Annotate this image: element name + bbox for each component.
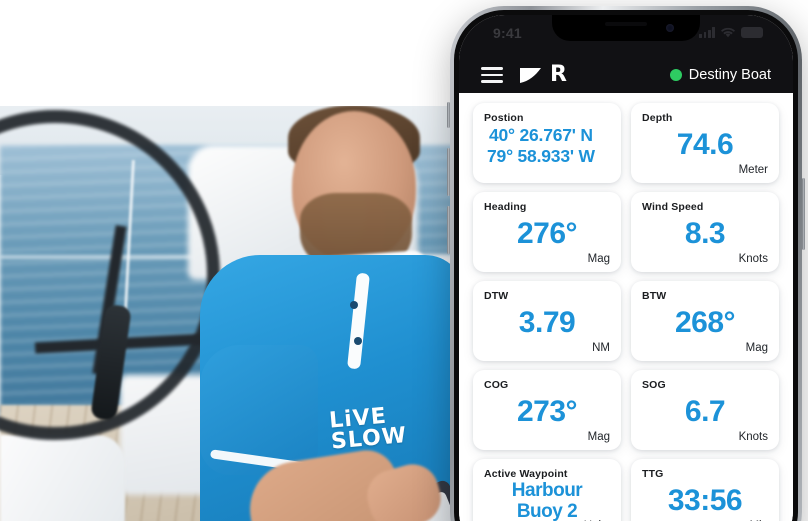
data-card-value: 273° [516, 395, 578, 428]
phone-volume-up-button[interactable] [447, 148, 450, 196]
green-status-dot [669, 69, 682, 81]
data-card[interactable]: Wind Speed 8.3 Knots [631, 192, 779, 272]
app-header: R Destiny Boat [459, 57, 793, 93]
data-card[interactable]: Heading 276° Mag [473, 192, 621, 272]
photo-polo-button-bottom [354, 337, 362, 345]
data-card-unit: Meter [738, 164, 768, 176]
hero-photo: LiVE SLOW [0, 105, 470, 521]
data-card-value: 276° [516, 217, 578, 250]
data-card-unit: Knots [738, 253, 768, 265]
data-card-unit: Mag [745, 342, 768, 354]
data-card-unit: NM [592, 342, 610, 354]
earpiece-speaker [605, 22, 647, 26]
cellular-signal-icon [699, 27, 715, 38]
app-logo: R [519, 62, 567, 87]
phone-mockup: 9:41 R Destiny Boat Postion 40° 26.767' … [447, 6, 805, 521]
data-card-value: Harbour Buoy 2 [511, 480, 583, 521]
photo-seat [0, 435, 125, 521]
data-card[interactable]: Postion 40° 26.767' N 79° 58.933' W [473, 103, 621, 183]
status-bar: 9:41 [459, 15, 793, 57]
data-card-label: Active Waypoint [484, 468, 568, 480]
status-bar-icons [699, 25, 763, 38]
vessel-name-label: Destiny Boat [688, 67, 771, 83]
top-white-band [0, 0, 470, 106]
data-card-label: BTW [642, 290, 667, 302]
data-card[interactable]: Depth 74.6 Meter [631, 103, 779, 183]
data-card[interactable]: BTW 268° Mag [631, 281, 779, 361]
data-card[interactable]: TTG33:56Min [631, 459, 779, 521]
data-card-label: Wind Speed [642, 201, 704, 213]
data-card-label: DTW [484, 290, 509, 302]
logo-letter: R [550, 62, 567, 87]
phone-bezel: 9:41 R Destiny Boat Postion 40° 26.767' … [454, 10, 798, 521]
phone-notch [552, 15, 700, 41]
data-card-label: Postion [484, 112, 524, 124]
dashboard-grid: Postion 40° 26.767' N 79° 58.933' W Depth 7… [459, 93, 793, 521]
data-card-label: TTG [642, 468, 664, 480]
data-card-label: Depth [642, 112, 673, 124]
phone-mute-switch[interactable] [447, 102, 450, 128]
data-card-value: 40° 26.767' N 79° 58.933' W [487, 125, 595, 166]
photo-polo-button-top [350, 301, 358, 309]
data-card[interactable]: DTW 3.79 NM [473, 281, 621, 361]
data-card-value: 6.7 [684, 395, 726, 428]
data-card-value: 3.79 [518, 306, 576, 339]
data-card-label: Heading [484, 201, 527, 213]
data-card-value: 268° [674, 306, 736, 339]
data-card-value: 33:56 [667, 484, 743, 517]
data-card-value: 74.6 [676, 128, 734, 161]
sail-logo-icon [520, 68, 541, 83]
data-card-unit: Mag [587, 253, 610, 265]
data-card-label: COG [484, 379, 509, 391]
vessel-indicator[interactable]: Destiny Boat [669, 67, 771, 83]
phone-power-button[interactable] [802, 178, 805, 250]
data-card-label: SOG [642, 379, 666, 391]
data-card-unit: Mag [587, 431, 610, 443]
data-card-unit: Knots [738, 431, 768, 443]
phone-screen: 9:41 R Destiny Boat Postion 40° 26.767' … [459, 15, 793, 521]
status-bar-clock: 9:41 [493, 25, 522, 41]
data-card-value: 8.3 [684, 217, 726, 250]
data-card[interactable]: Active WaypointHarbour Buoy 2Units [473, 459, 621, 521]
screenshot-root: LiVE SLOW 9:41 R Destiny Boat Postion 40… [0, 0, 808, 521]
data-card[interactable]: COG 273° Mag [473, 370, 621, 450]
data-card[interactable]: SOG 6.7 Knots [631, 370, 779, 450]
wifi-icon [721, 27, 735, 38]
battery-icon [741, 27, 763, 38]
phone-volume-down-button[interactable] [447, 206, 450, 254]
front-camera-icon [666, 24, 674, 32]
hamburger-menu-icon[interactable] [481, 67, 503, 83]
